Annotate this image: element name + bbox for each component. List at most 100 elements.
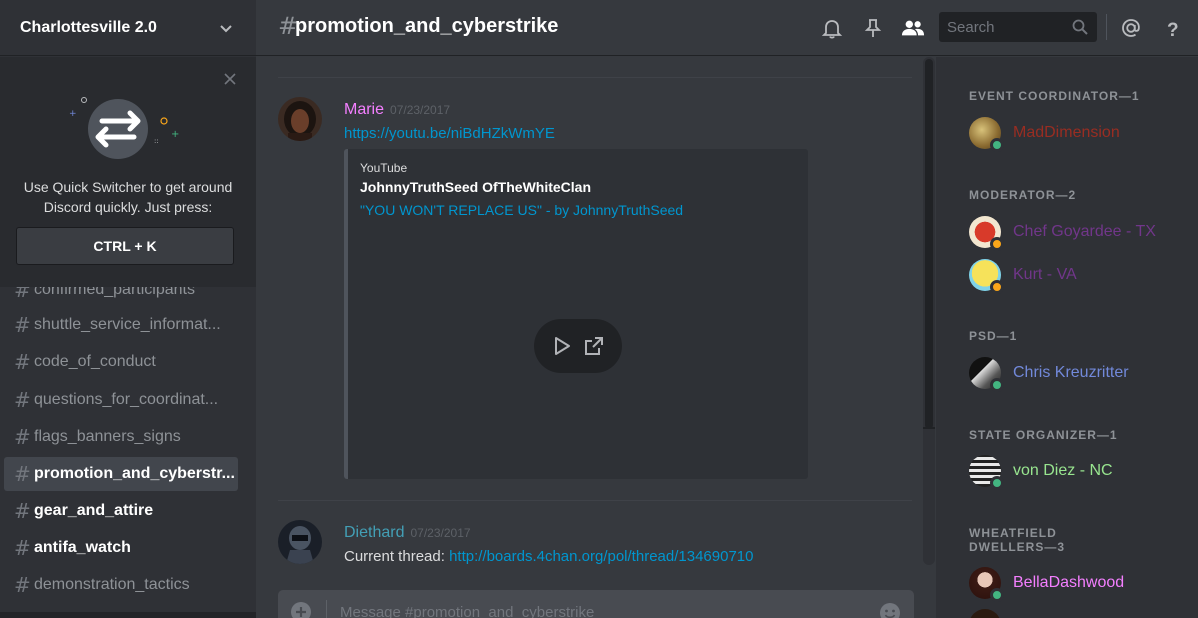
status-idle-icon <box>990 237 1004 251</box>
role-header: STATE ORGANIZER—1 <box>969 428 1118 442</box>
mention-icon[interactable] <box>1119 16 1143 40</box>
channel-name: flags_banners_signs <box>34 428 181 445</box>
message-content: Current thread: http://boards.4chan.org/… <box>344 548 753 565</box>
message-timestamp: 07/23/2017 <box>410 526 471 540</box>
avatar <box>969 259 1004 294</box>
member-item[interactable]: Chef Goyardee - TX <box>969 214 1189 251</box>
guild-header[interactable]: Charlottesville 2.0 <box>0 0 256 56</box>
scrollbar-marker <box>923 427 935 429</box>
hash-icon: # <box>14 536 31 560</box>
channel-item[interactable]: # antifa_watch <box>4 531 238 565</box>
channel-sidebar: Charlottesville 2.0 # confirmed_particip… <box>0 0 256 618</box>
avatar <box>969 216 1004 251</box>
play-icon[interactable] <box>551 335 573 357</box>
message-author[interactable]: Marie <box>344 101 384 118</box>
member-item[interactable]: Chris Kreuzritter <box>969 355 1189 392</box>
role-header: PSD—1 <box>969 329 1018 343</box>
avatar <box>969 567 1004 602</box>
emoji-icon[interactable] <box>878 601 902 618</box>
member-name: Kurt - VA <box>1013 266 1077 283</box>
member-item[interactable]: Kurt - VA <box>969 257 1189 294</box>
open-external-icon[interactable] <box>583 335 605 357</box>
channel-item[interactable]: # questions_for_coordinat... <box>4 383 238 417</box>
channel-name: gear_and_attire <box>34 502 154 519</box>
channel-name: demonstration_tactics <box>34 576 190 593</box>
hash-icon: # <box>14 462 31 486</box>
member-item[interactable]: von Diez - NC <box>969 453 1189 490</box>
search-box[interactable] <box>939 12 1097 42</box>
channel-name: shuttle_service_informat... <box>34 316 221 333</box>
help-icon[interactable]: ? <box>1161 16 1185 40</box>
pin-icon[interactable] <box>861 16 885 40</box>
member-name: MadDimension <box>1013 124 1120 141</box>
video-controls <box>534 319 622 373</box>
hash-icon: # <box>14 388 31 412</box>
embed-provider: YouTube <box>360 161 408 175</box>
member-name: Chef Goyardee - TX <box>1013 223 1156 240</box>
channel-name: code_of_conduct <box>34 353 156 370</box>
message-header: Marie 07/23/2017 <box>344 101 450 119</box>
member-item[interactable] <box>969 607 1189 618</box>
channel-item[interactable]: # flags_banners_signs <box>4 420 238 454</box>
guild-name: Charlottesville 2.0 <box>20 18 157 36</box>
message-list: Marie 07/23/2017 https://youtu.be/niBdHZk… <box>256 57 936 618</box>
channel-header: # promotion_and_cyberstrike ? <box>256 0 1198 56</box>
member-item[interactable]: BellaDashwood <box>969 565 1189 602</box>
upload-plus-icon[interactable] <box>290 601 312 618</box>
close-icon[interactable] <box>222 71 238 87</box>
member-name: Chris Kreuzritter <box>1013 364 1129 381</box>
status-online-icon <box>990 588 1004 602</box>
channel-title: promotion_and_cyberstrike <box>295 15 559 37</box>
embed-title-link[interactable]: "YOU WON'T REPLACE US" - by JohnnyTruthS… <box>360 202 683 218</box>
role-header: WHEATFIELD DWELLERS—3 <box>969 526 1066 554</box>
member-item[interactable]: MadDimension <box>969 115 1189 152</box>
hash-icon: # <box>14 425 31 449</box>
svg-text:+: + <box>171 129 179 140</box>
search-input[interactable] <box>947 18 1065 36</box>
channel-name: antifa_watch <box>34 539 131 556</box>
chat-scrollbar[interactable] <box>923 57 935 565</box>
channel-item[interactable]: # code_of_conduct <box>4 345 238 379</box>
youtube-embed: YouTube JohnnyTruthSeed OfTheWhiteClan "… <box>344 149 808 479</box>
role-header: EVENT COORDINATOR—1 <box>969 89 1140 103</box>
embed-author: JohnnyTruthSeed OfTheWhiteClan <box>360 179 592 195</box>
scrollbar-thumb[interactable] <box>925 59 933 429</box>
channel-item-active[interactable]: # promotion_and_cyberstr... <box>4 457 238 491</box>
bell-icon[interactable] <box>820 16 844 40</box>
channel-item[interactable]: # shuttle_service_informat... <box>4 308 238 342</box>
svg-text:+: + <box>69 109 77 119</box>
member-list: EVENT COORDINATOR—1 MadDimension MODERAT… <box>936 57 1198 618</box>
quick-switcher-icon: + + :: <box>69 97 179 159</box>
role-header: MODERATOR—2 <box>969 188 1077 202</box>
quick-switcher-text: Use Quick Switcher to get around Discord… <box>23 179 233 215</box>
message-author[interactable]: Diethard <box>344 524 404 541</box>
message-link[interactable]: https://youtu.be/niBdHZkWmYE <box>344 125 555 142</box>
channel-name: promotion_and_cyberstr... <box>34 465 235 482</box>
channel-item[interactable]: # gear_and_attire <box>4 494 238 528</box>
svg-text:::: :: <box>154 137 159 145</box>
channel-name: questions_for_coordinat... <box>34 391 219 408</box>
message-composer <box>278 590 914 618</box>
message-input[interactable] <box>340 600 860 618</box>
status-online-icon <box>990 378 1004 392</box>
members-icon[interactable] <box>901 16 925 40</box>
message-divider <box>278 500 912 501</box>
message-timestamp: 07/23/2017 <box>390 103 451 117</box>
avatar[interactable] <box>278 97 322 141</box>
member-name: BellaDashwood <box>1013 574 1125 591</box>
message-content: https://youtu.be/niBdHZkWmYE <box>344 125 555 142</box>
sidebar-footer <box>0 612 256 618</box>
avatar[interactable] <box>278 520 322 564</box>
composer-divider <box>326 600 327 618</box>
avatar <box>969 357 1004 392</box>
hash-icon: # <box>14 573 31 597</box>
quick-switcher-shortcut-button[interactable]: CTRL + K <box>16 227 234 265</box>
hash-icon: # <box>14 350 31 374</box>
chevron-down-icon[interactable] <box>216 18 236 38</box>
hash-icon: # <box>14 313 31 337</box>
channel-item[interactable]: # demonstration_tactics <box>4 568 238 602</box>
status-online-icon <box>990 476 1004 490</box>
search-icon <box>1072 19 1088 35</box>
avatar <box>969 609 1001 618</box>
message-link[interactable]: http://boards.4chan.org/pol/thread/13469… <box>449 548 753 565</box>
